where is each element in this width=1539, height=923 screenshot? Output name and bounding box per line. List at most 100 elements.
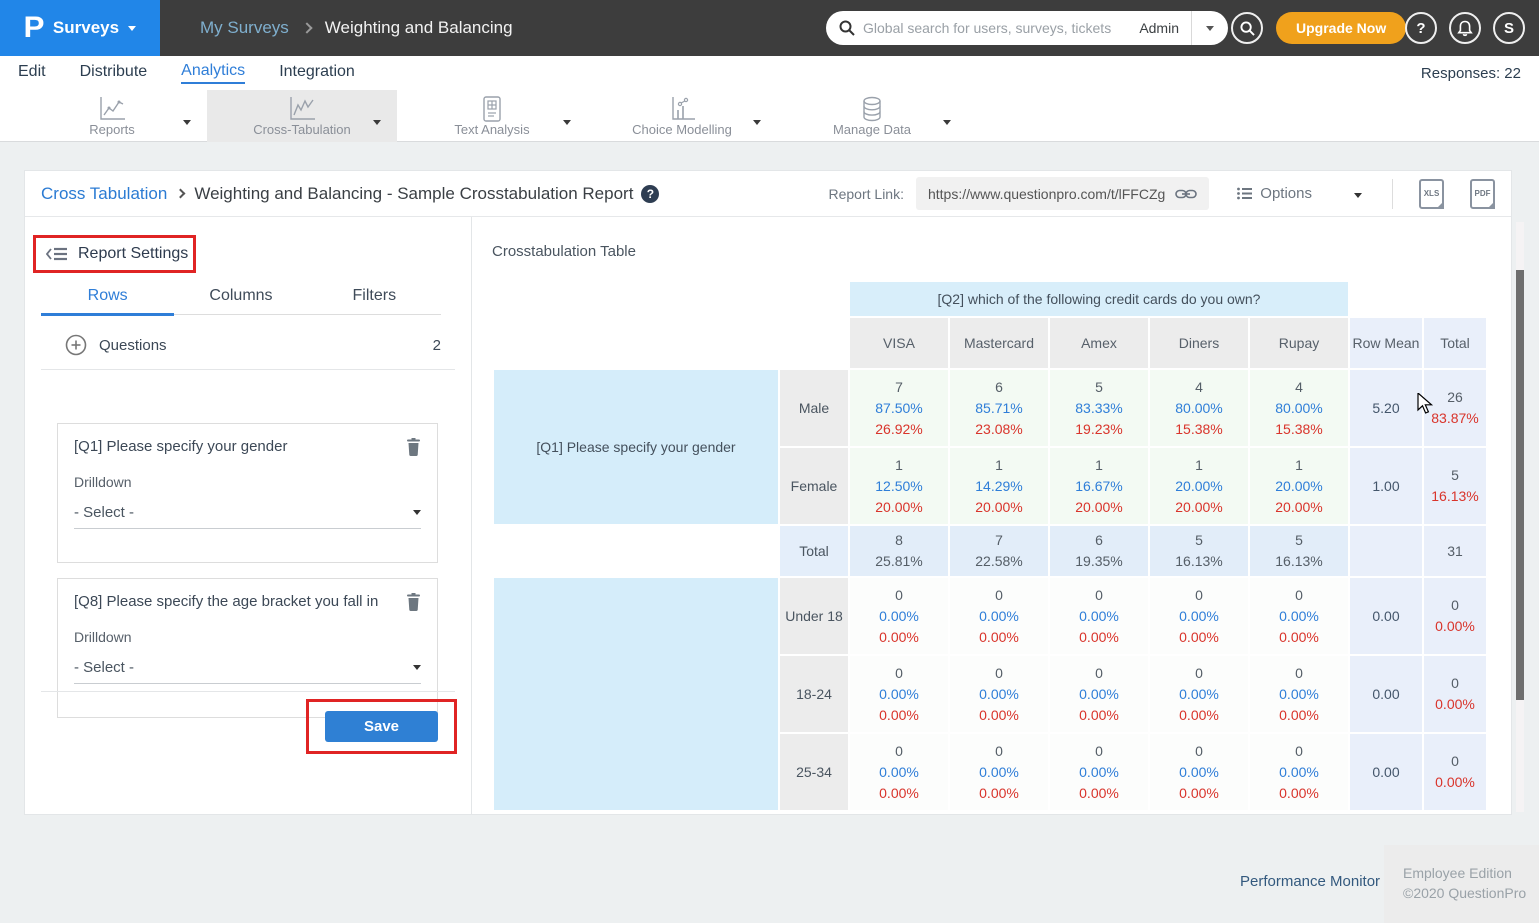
help-button[interactable]: ?	[1405, 12, 1437, 44]
column-header-rupay: Rupay	[1250, 318, 1348, 368]
report-link-label: Report Link:	[829, 186, 904, 202]
menu-item-edit[interactable]: Edit	[18, 63, 46, 83]
cell-line: 1	[1250, 455, 1348, 476]
delete-question-icon[interactable]	[406, 593, 421, 611]
cell-line: 0.00%	[950, 783, 1048, 804]
search-scope-selector[interactable]: Admin	[1135, 20, 1191, 36]
divider	[1392, 179, 1393, 209]
crosstab-cell: 120.00%20.00%	[1250, 448, 1348, 524]
cell-line: 0.00%	[950, 762, 1048, 783]
cell-line: 14.29%	[950, 476, 1048, 497]
notifications-button[interactable]	[1449, 12, 1481, 44]
menu-item-analytics[interactable]: Analytics	[181, 62, 245, 84]
tab-filters[interactable]: Filters	[308, 281, 441, 314]
edition-copyright: ©2020 QuestionPro	[1403, 883, 1539, 903]
add-question-icon[interactable]	[65, 334, 87, 356]
options-dropdown-caret[interactable]	[1354, 185, 1362, 203]
menu-item-distribute[interactable]: Distribute	[80, 63, 148, 83]
search-input[interactable]	[855, 20, 1135, 36]
column-header-mastercard: Mastercard	[950, 318, 1048, 368]
crosstab-columns-row: VISAMastercardAmexDinersRupayRow MeanTot…	[494, 318, 1486, 368]
cell-line: 80.00%	[1150, 398, 1248, 419]
cell-line: 0	[850, 663, 948, 684]
cell-line: 0.00%	[1424, 772, 1486, 793]
spacer-cell	[780, 318, 848, 368]
row-total-cell: 00.00%	[1424, 734, 1486, 810]
scrollbar-thumb[interactable]	[1516, 270, 1524, 700]
drilldown-select-q8[interactable]: - Select -	[74, 659, 421, 684]
crosstab-cell: 516.13%	[1250, 526, 1348, 576]
surveys-product-menu[interactable]: P Surveys	[0, 0, 160, 56]
crosstab-cell: 516.13%	[1150, 526, 1248, 576]
menu-item-integration[interactable]: Integration	[279, 63, 355, 83]
tool-label: Manage Data	[777, 122, 967, 137]
row-total-cell: 31	[1424, 526, 1486, 576]
tool-choice-modelling[interactable]: Choice Modelling	[587, 90, 777, 142]
tool-label: Reports	[17, 122, 207, 137]
save-button[interactable]: Save	[325, 711, 438, 742]
row-total-cell: 516.13%	[1424, 448, 1486, 524]
tool-reports[interactable]: Reports	[17, 90, 207, 142]
row-question-cell	[494, 578, 778, 810]
cell-line: 0.00%	[850, 705, 948, 726]
cell-line: 26	[1424, 387, 1486, 408]
vertical-scrollbar[interactable]	[1516, 222, 1524, 812]
row-label: Female	[780, 448, 848, 524]
options-menu[interactable]: Options	[1237, 185, 1312, 202]
cell-line: 20.00%	[1150, 476, 1248, 497]
user-avatar[interactable]: S	[1493, 12, 1525, 44]
tool-manage-data[interactable]: Manage Data	[777, 90, 967, 142]
column-header-diners: Diners	[1150, 318, 1248, 368]
options-label: Options	[1260, 185, 1312, 202]
cell-line: 1	[1150, 455, 1248, 476]
cell-line: 5	[1250, 530, 1348, 551]
cell-line: 19.23%	[1050, 419, 1148, 440]
crosstab-cell: 00.00%0.00%	[1250, 578, 1348, 654]
cell-line: 26.92%	[850, 419, 948, 440]
help-icon[interactable]: ?	[641, 185, 659, 203]
performance-monitor-link[interactable]: Performance Monitor	[1240, 873, 1380, 890]
report-url[interactable]: https://www.questionpro.com/t/lFFCZg	[928, 186, 1165, 202]
search-scope-dropdown[interactable]	[1192, 11, 1228, 45]
crosstab-cell: 112.50%20.00%	[850, 448, 948, 524]
drilldown-select-q1[interactable]: - Select -	[74, 504, 421, 529]
spacer-cell	[1350, 282, 1422, 316]
chevron-right-icon	[176, 189, 186, 199]
report-link-pill[interactable]: https://www.questionpro.com/t/lFFCZg	[916, 177, 1209, 210]
crosstab-cell: 583.33%19.23%	[1050, 370, 1148, 446]
cell-line: 0	[1250, 663, 1348, 684]
cell-line: 0.00%	[1150, 783, 1248, 804]
cell-line: 0	[1250, 741, 1348, 762]
row-question-cell: [Q1] Please specify your gender	[494, 370, 778, 524]
cell-line: 5	[1150, 530, 1248, 551]
column-header-amex: Amex	[1050, 318, 1148, 368]
global-search-bar[interactable]: Admin	[826, 11, 1228, 45]
cell-line: 16.13%	[1250, 551, 1348, 572]
tool-text-analysis[interactable]: Text Analysis	[397, 90, 587, 142]
upgrade-now-button[interactable]: Upgrade Now	[1276, 12, 1406, 44]
delete-question-icon[interactable]	[406, 438, 421, 456]
tab-columns[interactable]: Columns	[174, 281, 307, 314]
crosstab-cell: 00.00%0.00%	[1150, 578, 1248, 654]
export-pdf-button[interactable]: PDF	[1470, 179, 1495, 209]
crosstab-row-male: [Q1] Please specify your genderMale787.5…	[494, 370, 1486, 446]
cell-line: 0.00%	[1050, 705, 1148, 726]
row-total-cell: 00.00%	[1424, 578, 1486, 654]
export-xls-button[interactable]: XLS	[1419, 179, 1444, 209]
breadcrumb-my-surveys[interactable]: My Surveys	[200, 18, 289, 38]
cell-line: 87.50%	[850, 398, 948, 419]
search-submit-button[interactable]	[1231, 12, 1263, 44]
tab-rows[interactable]: Rows	[41, 281, 174, 316]
cell-line: 1	[950, 455, 1048, 476]
row-question-card-q1: [Q1] Please specify your gender Drilldow…	[57, 423, 438, 563]
cell-line: 0.00%	[1150, 705, 1248, 726]
cell-line: 0.00%	[850, 783, 948, 804]
cell-line: 0.00%	[1050, 762, 1148, 783]
tool-cross-tabulation[interactable]: Cross-Tabulation	[207, 90, 397, 142]
cell-line: 0.00%	[850, 762, 948, 783]
report-settings-toggle[interactable]: Report Settings	[33, 235, 196, 273]
cell-line: 0.00%	[1050, 783, 1148, 804]
cross-tabulation-link[interactable]: Cross Tabulation	[41, 184, 167, 204]
cell-line: 0.00%	[1250, 762, 1348, 783]
scatter-chart-icon	[667, 95, 697, 123]
